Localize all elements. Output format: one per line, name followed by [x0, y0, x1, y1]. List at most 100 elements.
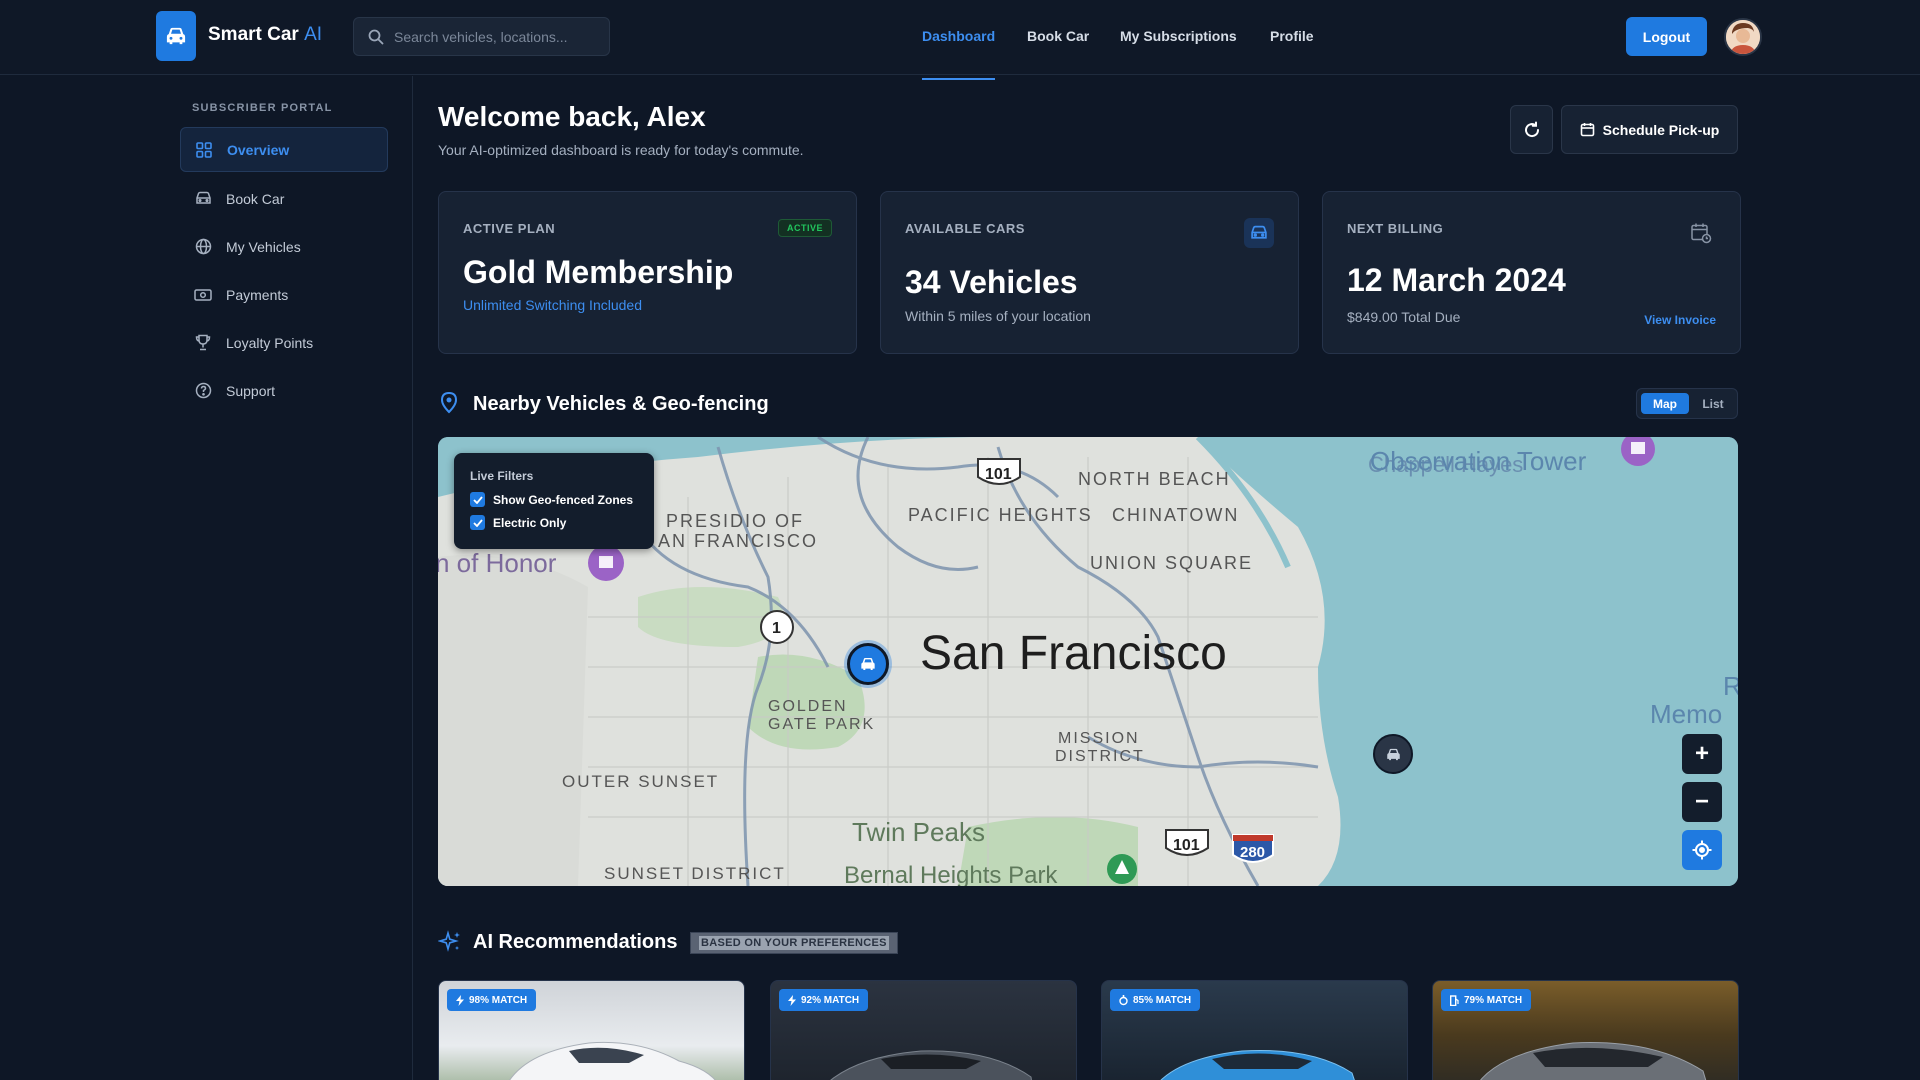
page-subtitle: Your AI-optimized dashboard is ready for…: [438, 142, 804, 158]
map-label-pacific-heights: PACIFIC HEIGHTS: [908, 505, 1093, 525]
map-label-golden-gate-1: GOLDEN: [768, 698, 848, 715]
map-label-union-square: UNION SQUARE: [1090, 553, 1253, 573]
toggle-list[interactable]: List: [1693, 393, 1733, 414]
car-icon: [1244, 218, 1274, 248]
filter-electric-only[interactable]: Electric Only: [470, 515, 638, 530]
map-label-bernal: Bernal Heights Park: [844, 862, 1058, 886]
search-input[interactable]: [394, 28, 594, 45]
schedule-pickup-button[interactable]: Schedule Pick-up: [1561, 105, 1738, 154]
logout-button[interactable]: Logout: [1626, 17, 1707, 56]
active-plan-card: ACTIVE PLAN ACTIVE Gold Membership Unlim…: [438, 191, 857, 354]
nav-profile[interactable]: Profile: [1270, 28, 1314, 44]
map-label-outer-sunset: OUTER SUNSET: [562, 772, 719, 791]
locate-me-button[interactable]: [1682, 830, 1722, 870]
view-invoice-link[interactable]: View Invoice: [1644, 313, 1716, 327]
refresh-button[interactable]: [1510, 105, 1553, 154]
grid-icon: [195, 141, 213, 159]
map-label-presidio-1: PRESIDIO OF: [666, 511, 804, 531]
svg-text:1: 1: [772, 620, 781, 637]
sidebar-item-support[interactable]: Support: [180, 368, 388, 413]
match-badge: 85% MATCH: [1110, 989, 1201, 1011]
plan-feature: Unlimited Switching Included: [463, 297, 642, 313]
sidebar-item-book-car[interactable]: Book Car: [180, 176, 388, 221]
search-icon: [368, 29, 384, 44]
nav-book-car[interactable]: Book Car: [1027, 28, 1089, 44]
nav-dashboard[interactable]: Dashboard: [922, 28, 995, 44]
zoom-in-button[interactable]: +: [1682, 734, 1722, 774]
map-label-mission-2: DISTRICT: [1055, 748, 1145, 765]
sidebar: SUBSCRIBER PORTAL Overview Book Car My V…: [0, 76, 413, 1080]
recommendation-card-4[interactable]: 79% MATCH: [1432, 980, 1739, 1080]
sidebar-item-my-vehicles[interactable]: My Vehicles: [180, 224, 388, 269]
map-label-mission-1: MISSION: [1058, 730, 1140, 747]
zoom-out-button[interactable]: −: [1682, 782, 1722, 822]
page-title: Welcome back, Alex: [438, 101, 706, 132]
sidebar-item-overview[interactable]: Overview: [180, 127, 388, 172]
svg-text:101: 101: [985, 466, 1012, 483]
plan-name: Gold Membership: [463, 254, 734, 290]
map-label-north-beach: NORTH BEACH: [1078, 469, 1231, 489]
map-label-observation-2: Observation Tower: [1370, 446, 1587, 476]
nearby-section-title: Nearby Vehicles & Geo-fencing: [473, 393, 769, 415]
svg-text:101: 101: [1173, 837, 1200, 854]
map-label-chinatown: CHINATOWN: [1112, 505, 1239, 525]
map-label-city: San Francisco: [920, 627, 1227, 680]
highway-shield-101-north: 101: [977, 458, 1021, 485]
bolt-icon: [788, 994, 796, 1006]
billing-amount: $849.00 Total Due: [1347, 309, 1461, 325]
view-toggle: Map List: [1636, 388, 1738, 419]
filter-label: Show Geo-fenced Zones: [493, 492, 634, 507]
sidebar-item-payments[interactable]: Payments: [180, 272, 388, 317]
match-badge: 98% MATCH: [447, 989, 537, 1011]
app-name[interactable]: Smart Car AI: [208, 24, 322, 46]
highway-shield-280: 280: [1232, 834, 1274, 863]
recommendation-card-3[interactable]: 85% MATCH: [1101, 980, 1408, 1080]
gas-icon: [1119, 994, 1128, 1005]
crosshair-icon: [1692, 840, 1712, 860]
cash-icon: [194, 286, 212, 304]
sidebar-item-label: Overview: [227, 141, 290, 158]
nav-my-subscriptions[interactable]: My Subscriptions: [1120, 28, 1237, 44]
card-label: AVAILABLE CARS: [905, 221, 1025, 236]
checkbox-checked[interactable]: [470, 492, 485, 507]
match-badge: 79% MATCH: [1441, 989, 1532, 1011]
filter-geo-fenced[interactable]: Show Geo-fenced Zones: [470, 492, 638, 507]
nav-active-underline: [922, 78, 995, 80]
avatar[interactable]: [1724, 18, 1762, 56]
filter-label: Electric Only: [493, 515, 567, 530]
sparkles-icon: [438, 930, 460, 952]
refresh-icon: [1524, 121, 1539, 137]
sidebar-item-loyalty-points[interactable]: Loyalty Points: [180, 320, 388, 365]
vehicle-marker-selected[interactable]: [847, 643, 889, 685]
cars-count: 34 Vehicles: [905, 264, 1078, 300]
map-label-memo: Memo: [1650, 699, 1722, 729]
car-icon: [194, 190, 212, 208]
cars-subtext: Within 5 miles of your location: [905, 308, 1091, 324]
schedule-pickup-label: Schedule Pick-up: [1602, 121, 1720, 138]
map-label-presidio-2: AN FRANCISCO: [658, 531, 818, 551]
sidebar-item-label: Book Car: [226, 190, 285, 207]
logo-car-icon[interactable]: [156, 11, 196, 61]
trophy-icon: [194, 334, 212, 352]
available-cars-card: AVAILABLE CARS 34 Vehicles Within 5 mile…: [880, 191, 1299, 354]
map-label-sunset-district: SUNSET DISTRICT: [604, 864, 786, 883]
sidebar-item-label: Loyalty Points: [226, 334, 314, 351]
car-front-icon: [1386, 748, 1400, 760]
highway-shield-1: 1: [760, 610, 794, 644]
vehicle-marker[interactable]: [1373, 734, 1413, 774]
car-front-icon: [861, 658, 875, 670]
gas-icon: [1450, 994, 1459, 1006]
calendar-icon: [1580, 123, 1594, 137]
globe-icon: [194, 238, 212, 256]
svg-text:280: 280: [1240, 844, 1265, 861]
recommendation-card-2[interactable]: 92% MATCH: [770, 980, 1077, 1080]
map-label-r: R: [1723, 671, 1738, 701]
next-billing-card: NEXT BILLING 12 March 2024 $849.00 Total…: [1322, 191, 1741, 354]
top-header: Smart Car AI Dashboard Book Car My Subsc…: [0, 0, 1920, 80]
checkbox-checked[interactable]: [470, 515, 485, 530]
search-bar[interactable]: [353, 17, 610, 56]
map-label-golden-gate-2: GATE PARK: [768, 716, 875, 733]
toggle-map[interactable]: Map: [1641, 393, 1689, 414]
vehicle-map[interactable]: Chappell Hayes Observation Tower n of Ho…: [438, 437, 1738, 886]
recommendation-card-1[interactable]: 98% MATCH: [438, 980, 745, 1080]
